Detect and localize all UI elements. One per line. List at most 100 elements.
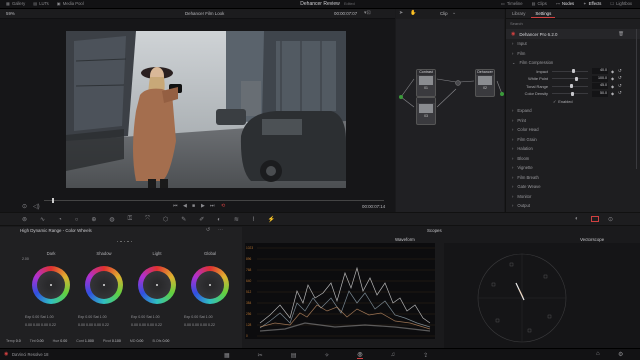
- checkbox-checked-icon[interactable]: ✓: [553, 99, 556, 104]
- adjust-tint[interactable]: Tint 0.00: [30, 339, 44, 343]
- color-wheel-dark[interactable]: [32, 266, 70, 304]
- param-slider-handle[interactable]: [571, 69, 575, 73]
- gear-icon[interactable]: ⚙: [618, 351, 623, 358]
- playhead[interactable]: [52, 198, 54, 203]
- section-input[interactable]: › Input: [506, 39, 640, 49]
- trash-icon[interactable]: 🗑︎: [618, 31, 624, 37]
- reset-icon[interactable]: ↺: [618, 83, 622, 89]
- sat-value[interactable]: 1.00: [206, 315, 213, 319]
- red-value[interactable]: 0.00: [131, 323, 138, 327]
- play-icon[interactable]: ▶: [201, 203, 205, 209]
- color-wheel-light[interactable]: [138, 266, 176, 304]
- keyframe-diamond-icon[interactable]: ◆: [611, 69, 614, 74]
- param-value-field[interactable]: 45.0: [592, 83, 608, 90]
- window-icon[interactable]: ○: [75, 217, 79, 223]
- section-bloom[interactable]: › Bloom: [506, 153, 640, 163]
- zoom-dropdown[interactable]: 59%: [6, 11, 15, 16]
- color-page-icon[interactable]: ◎: [357, 351, 363, 359]
- section-film-grain[interactable]: › Film Grain: [506, 134, 640, 144]
- luma-value[interactable]: 0.22: [102, 323, 109, 327]
- red-value[interactable]: 0.00: [25, 323, 32, 327]
- section-print[interactable]: › Print: [506, 115, 640, 125]
- enabled-row[interactable]: ✓ Enabled: [506, 98, 640, 106]
- keyframe-diamond-icon[interactable]: ◆: [611, 84, 614, 89]
- param-slider-handle[interactable]: [570, 84, 573, 89]
- luts-button[interactable]: ▤ LUTs: [33, 1, 49, 6]
- plugin-toggle-icon[interactable]: ◉: [511, 31, 515, 37]
- exp-value[interactable]: 0.00: [85, 315, 92, 319]
- edit-page-icon[interactable]: ▤: [291, 352, 297, 359]
- wheel-puck[interactable]: [50, 284, 52, 286]
- page-dot[interactable]: [130, 241, 132, 243]
- curves-icon[interactable]: ∿: [40, 216, 45, 223]
- reverse-icon[interactable]: ◀: [183, 203, 187, 209]
- wheel-puck[interactable]: [209, 284, 211, 286]
- section-film-breath[interactable]: › Film Breath: [506, 172, 640, 182]
- fairlight-page-icon[interactable]: ♫: [391, 352, 396, 358]
- green-value[interactable]: 0.00: [192, 323, 199, 327]
- tracker-icon[interactable]: ⊕: [91, 216, 96, 223]
- brush-icon[interactable]: ✐: [199, 216, 204, 223]
- luma-value[interactable]: 0.22: [155, 323, 162, 327]
- node-contrast[interactable]: Contrast 01: [416, 69, 436, 97]
- motion-icon[interactable]: ≋: [234, 216, 239, 223]
- tab-settings[interactable]: Settings: [531, 10, 556, 18]
- options-icon[interactable]: ⋯: [218, 227, 223, 233]
- panel-search[interactable]: Search: [506, 19, 640, 29]
- reset-icon[interactable]: ↺: [618, 75, 622, 81]
- audio-icon[interactable]: ◁): [33, 203, 40, 210]
- reset-icon[interactable]: ↺: [618, 90, 622, 96]
- luma-value[interactable]: 0.22: [49, 323, 56, 327]
- adjust-cont[interactable]: Cont 1.000: [76, 339, 94, 343]
- picker-icon[interactable]: ✎: [181, 216, 186, 223]
- section-monitor[interactable]: › Monitor: [506, 191, 640, 201]
- color-wheel-global[interactable]: [191, 266, 229, 304]
- section-vignette[interactable]: › Vignette: [506, 163, 640, 173]
- tab-library[interactable]: Library: [508, 10, 529, 17]
- deliver-page-icon[interactable]: ⇪: [423, 352, 428, 359]
- timeline-button[interactable]: ▭ Timeline: [501, 1, 523, 6]
- loop-icon[interactable]: ⟲: [221, 203, 225, 209]
- sat-value[interactable]: 1.00: [153, 315, 160, 319]
- fusion-page-icon[interactable]: ✧: [324, 352, 329, 359]
- page-dot[interactable]: [127, 241, 129, 243]
- chevron-down-icon[interactable]: ⌄: [452, 10, 456, 16]
- keyframe-diamond-icon[interactable]: ◆: [611, 76, 614, 81]
- color-wheel-shadow[interactable]: [85, 266, 123, 304]
- effects-button[interactable]: ✦ Effects: [583, 1, 601, 6]
- blue-value[interactable]: 0.00: [200, 323, 207, 327]
- cut-page-icon[interactable]: ✂: [258, 352, 263, 359]
- lightbox-button[interactable]: ☐ Lightbox: [610, 1, 632, 6]
- adjust-md[interactable]: MD 0.00: [130, 339, 144, 343]
- param-value-field[interactable]: 50.0: [592, 90, 608, 97]
- blue-value[interactable]: 0.00: [147, 323, 154, 327]
- green-value[interactable]: 0.00: [139, 323, 146, 327]
- stereo-icon[interactable]: ⬡: [163, 216, 168, 223]
- param-slider[interactable]: [552, 70, 588, 72]
- page-dot[interactable]: [123, 241, 126, 243]
- section-expand[interactable]: › Expand: [506, 106, 640, 116]
- sat-value[interactable]: 1.00: [47, 315, 54, 319]
- red-value[interactable]: 0.00: [184, 323, 191, 327]
- section-film-compression[interactable]: ⌄ Film Compression: [506, 58, 640, 68]
- stop-icon[interactable]: ■: [192, 203, 195, 209]
- sizing-icon[interactable]: ⤧: [145, 216, 150, 223]
- adjust-b-ofs[interactable]: B.Ofs 0.00: [152, 339, 169, 343]
- key-icon[interactable]: ⚿: [128, 216, 133, 223]
- warp-icon[interactable]: ⌇: [252, 216, 255, 223]
- exp-value[interactable]: 0.00: [191, 315, 198, 319]
- param-slider-handle[interactable]: [570, 91, 574, 96]
- section-film[interactable]: › Film: [506, 49, 640, 59]
- nodes-button[interactable]: ⊶ Nodes: [556, 1, 574, 6]
- pointer-icon[interactable]: ➤: [399, 10, 403, 16]
- node-dehancer[interactable]: Dehancer 02: [475, 69, 495, 97]
- clip-dropdown[interactable]: Clip: [440, 11, 448, 16]
- param-value-field[interactable]: 100.0: [592, 75, 608, 82]
- media-page-icon[interactable]: ▦: [224, 352, 230, 359]
- blue-value[interactable]: 0.00: [94, 323, 101, 327]
- adjust-hue[interactable]: Hue 0.00: [53, 339, 68, 343]
- blur-icon[interactable]: ◍: [109, 216, 114, 223]
- green-value[interactable]: 0.00: [86, 323, 93, 327]
- skip-start-icon[interactable]: ⏮: [173, 203, 178, 209]
- reset-icon[interactable]: ↺: [206, 227, 210, 233]
